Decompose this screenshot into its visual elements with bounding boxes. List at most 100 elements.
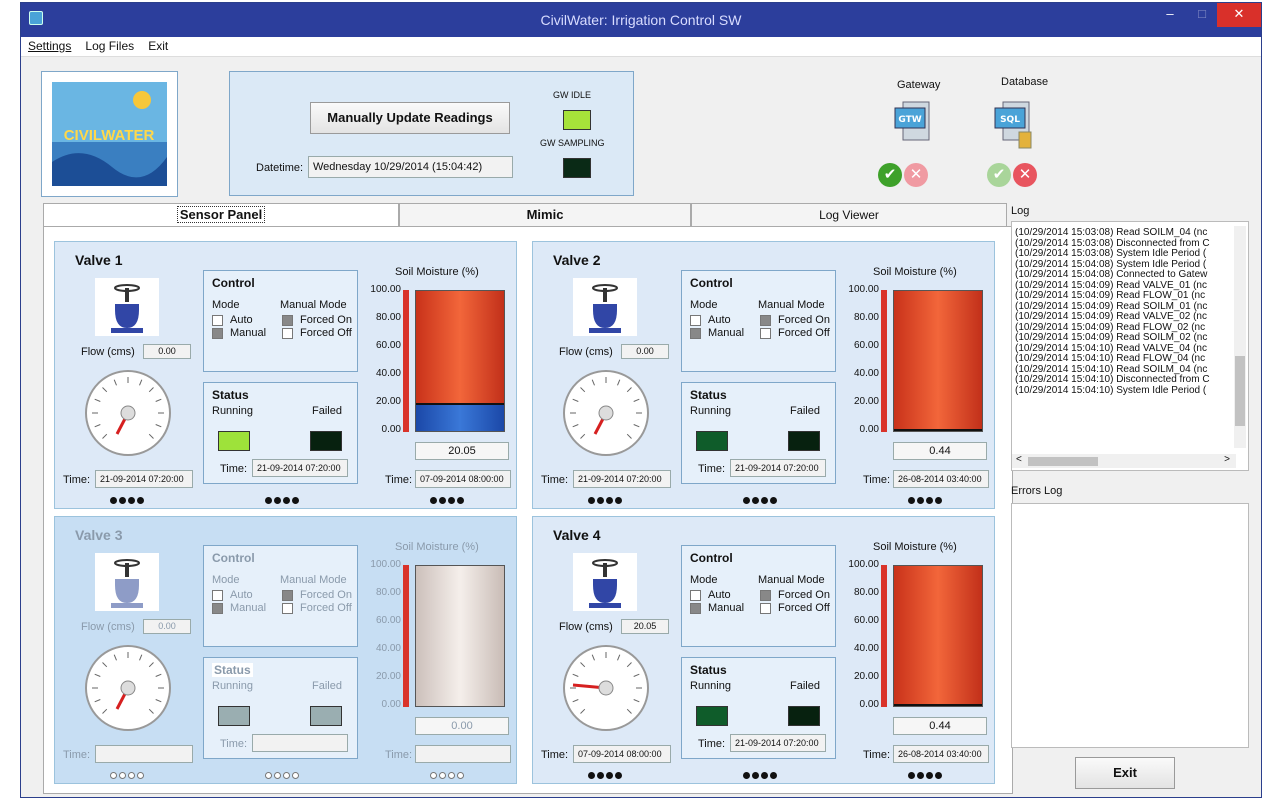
maximize-button[interactable]: □ — [1187, 3, 1217, 27]
auto-checkbox[interactable] — [690, 315, 701, 326]
valve-title: Valve 1 — [75, 252, 123, 268]
datetime-label: Datetime: — [256, 162, 304, 174]
database-connected-check-icon: ✔ — [987, 163, 1011, 187]
soil-scale-bar — [881, 290, 887, 432]
auto-checkbox[interactable] — [212, 315, 223, 326]
log-vertical-scrollbar[interactable] — [1234, 226, 1246, 448]
status-dots — [265, 496, 301, 507]
soil-y-tick: 40.00 — [853, 368, 879, 379]
auto-label: Auto — [708, 589, 731, 601]
forced-off-checkbox[interactable] — [760, 328, 771, 339]
soil-moisture-label: Soil Moisture (%) — [395, 266, 479, 278]
status-time-value[interactable]: 21-09-2014 07:20:00 — [252, 459, 348, 477]
mode-label: Mode — [212, 574, 240, 586]
soil-y-tick: 40.00 — [853, 643, 879, 654]
soil-moisture-value[interactable]: 20.05 — [415, 442, 509, 460]
soil-y-tick: 0.00 — [381, 424, 401, 435]
control-heading: Control — [690, 551, 733, 565]
soil-y-tick: 0.00 — [381, 699, 401, 710]
soil-moisture-tank — [893, 565, 983, 707]
gateway-server-icon: GTW — [889, 98, 941, 153]
close-button[interactable]: ✕ — [1217, 3, 1261, 27]
forced-on-checkbox[interactable] — [282, 590, 293, 601]
status-time-label: Time: — [698, 738, 726, 750]
log-entry: (10/29/2014 15:03:08) Read SOILM_04 (nc — [1015, 228, 1208, 238]
soil-moisture-value[interactable]: 0.44 — [893, 442, 987, 460]
soil-time-value[interactable]: 26-08-2014 03:40:00 — [893, 745, 989, 763]
auto-label: Auto — [708, 314, 731, 326]
soil-y-tick: 20.00 — [853, 396, 879, 407]
gateway-label: Gateway — [897, 79, 941, 91]
forced-on-label: Forced On — [778, 314, 830, 326]
title-bar: CivilWater: Irrigation Control SW – □ ✕ — [21, 3, 1261, 37]
mode-label: Mode — [690, 574, 718, 586]
soil-moisture-empty — [894, 291, 982, 431]
soil-y-tick: 100.00 — [370, 559, 401, 570]
menu-exit[interactable]: Exit — [144, 37, 172, 55]
log-hscroll-thumb[interactable] — [1028, 457, 1098, 466]
valve-panel-1: Valve 1 Flow (cms) 0.00 Time: 21-09-2014… — [54, 241, 517, 509]
status-time-value[interactable] — [252, 734, 348, 752]
datetime-field[interactable]: Wednesday 10/29/2014 (15:04:42) — [308, 156, 513, 178]
status-heading: Status — [212, 388, 249, 402]
manually-update-readings-button[interactable]: Manually Update Readings — [310, 102, 510, 134]
manual-checkbox[interactable] — [690, 603, 701, 614]
soil-time-value[interactable] — [415, 745, 511, 763]
failed-indicator — [310, 431, 342, 451]
manual-checkbox[interactable] — [212, 328, 223, 339]
flow-value[interactable]: 0.00 — [621, 344, 669, 359]
status-time-value[interactable]: 21-09-2014 07:20:00 — [730, 734, 826, 752]
menu-log-files[interactable]: Log Files — [81, 37, 138, 55]
manual-label: Manual — [708, 327, 745, 339]
manual-mode-label: Manual Mode — [280, 299, 347, 311]
tab-mimic[interactable]: Mimic — [399, 203, 691, 227]
exit-button[interactable]: Exit — [1075, 757, 1175, 789]
log-entry: (10/29/2014 15:04:09) Read VALVE_02 (nc — [1015, 311, 1207, 322]
status-box: Status Running Failed Time: — [203, 657, 358, 759]
forced-on-checkbox[interactable] — [760, 590, 771, 601]
tab-sensor-panel[interactable]: Sensor Panel — [43, 203, 399, 227]
log-list[interactable]: (10/29/2014 15:03:08) Read SOILM_04 (nc (… — [1011, 221, 1249, 471]
flow-value[interactable]: 0.00 — [143, 344, 191, 359]
flow-gauge — [563, 645, 649, 731]
auto-checkbox[interactable] — [212, 590, 223, 601]
soil-time-value[interactable]: 07-09-2014 08:00:00 — [415, 470, 511, 488]
log-entry: (10/29/2014 15:04:10) System Idle Period… — [1015, 384, 1207, 396]
log-scroll-thumb[interactable] — [1235, 356, 1245, 426]
flow-value[interactable]: 20.05 — [621, 619, 669, 634]
flow-dots — [110, 496, 146, 507]
errors-log-list[interactable] — [1011, 503, 1249, 748]
auto-checkbox[interactable] — [690, 590, 701, 601]
status-time-value[interactable]: 21-09-2014 07:20:00 — [730, 459, 826, 477]
flow-time-value[interactable]: 21-09-2014 07:20:00 — [573, 470, 671, 488]
soil-y-tick: 0.00 — [859, 699, 879, 710]
log-entry: (10/29/2014 15:04:09) Read SOILM_02 (nc — [1015, 332, 1208, 343]
tab-log-viewer[interactable]: Log Viewer — [691, 203, 1007, 227]
forced-on-checkbox[interactable] — [760, 315, 771, 326]
soil-moisture-value[interactable]: 0.44 — [893, 717, 987, 735]
flow-label: Flow (cms) — [559, 346, 613, 358]
flow-time-value[interactable]: 21-09-2014 07:20:00 — [95, 470, 193, 488]
forced-off-checkbox[interactable] — [760, 603, 771, 614]
flow-time-value[interactable]: 07-09-2014 08:00:00 — [573, 745, 671, 763]
status-heading: Status — [690, 388, 727, 402]
log-horizontal-scrollbar[interactable]: < > — [1012, 454, 1236, 468]
civilwater-logo: CIVILWATER — [41, 71, 178, 197]
manual-checkbox[interactable] — [690, 328, 701, 339]
soil-moisture-value[interactable]: 0.00 — [415, 717, 509, 735]
manual-checkbox[interactable] — [212, 603, 223, 614]
forced-on-label: Forced On — [300, 589, 352, 601]
soil-dots — [908, 496, 944, 507]
forced-on-checkbox[interactable] — [282, 315, 293, 326]
running-indicator — [696, 431, 728, 451]
log-entry: (10/29/2014 15:04:09) Read FLOW_01 (nc — [1015, 290, 1206, 301]
forced-off-checkbox[interactable] — [282, 603, 293, 614]
flow-time-value[interactable] — [95, 745, 193, 763]
minimize-button[interactable]: – — [1153, 3, 1187, 27]
forced-off-checkbox[interactable] — [282, 328, 293, 339]
flow-value[interactable]: 0.00 — [143, 619, 191, 634]
soil-y-tick: 40.00 — [375, 368, 401, 379]
valve-title: Valve 2 — [553, 252, 601, 268]
menu-settings[interactable]: Settings — [24, 37, 75, 55]
soil-time-value[interactable]: 26-08-2014 03:40:00 — [893, 470, 989, 488]
